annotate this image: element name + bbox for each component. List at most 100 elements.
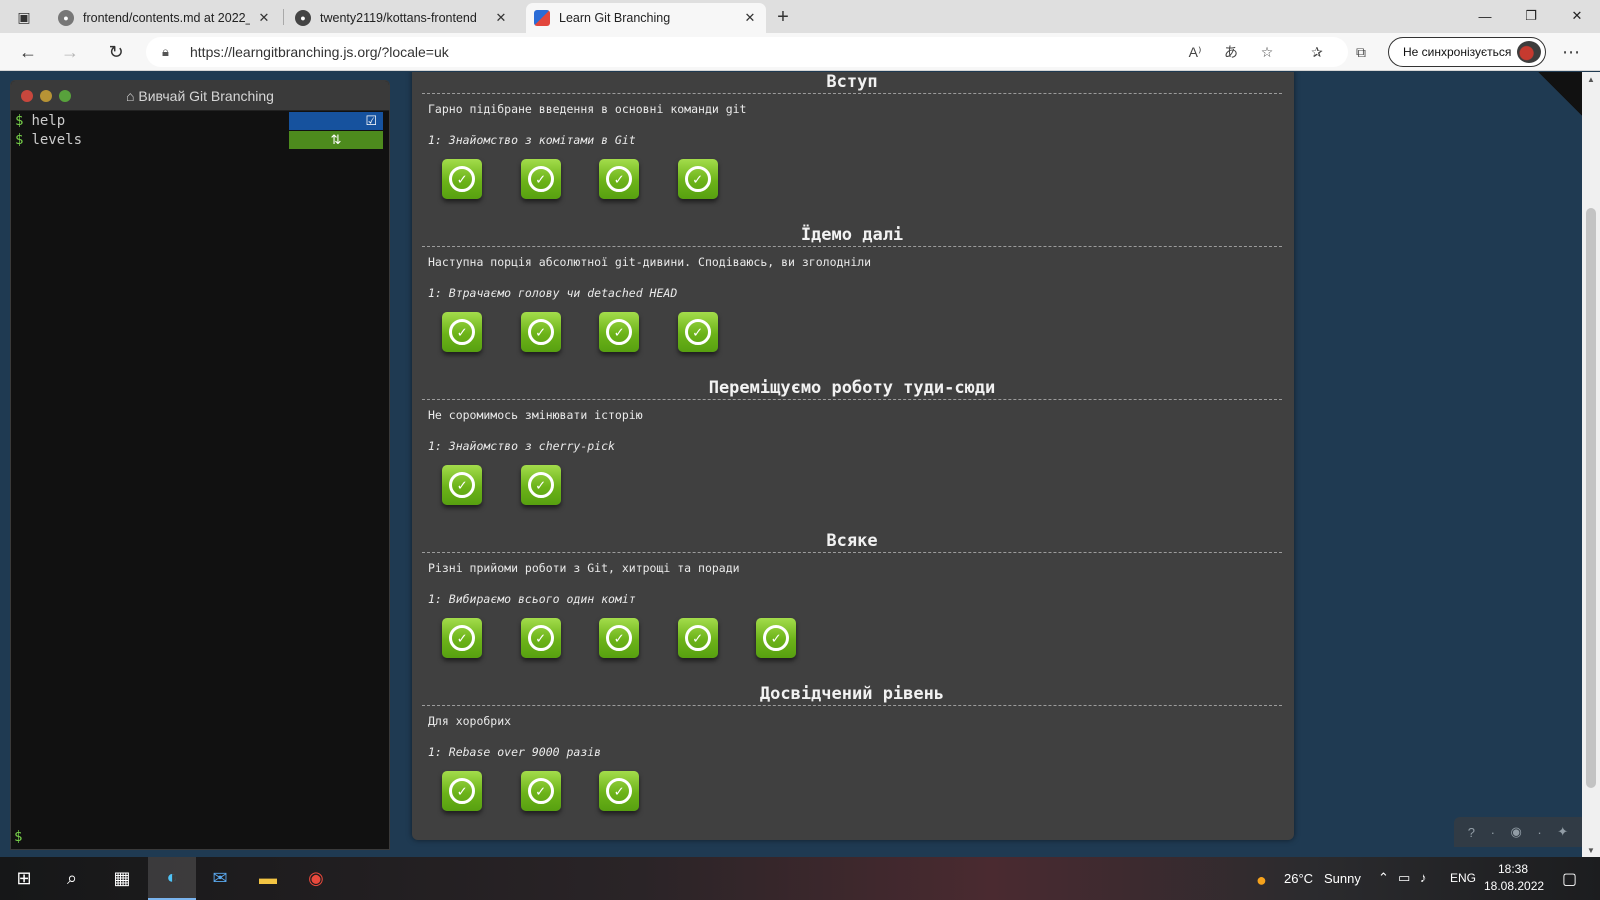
windows-taskbar: ⊞ ⌕ ▦ ◐ ✉ ▬ ◉ ● 26°C Sunny ⌃ ▭ ♪ ENG 18:… [0, 857, 1600, 900]
chevron-up-icon[interactable]: ⌃ [1378, 870, 1389, 886]
checkmark-icon: ✓ [684, 166, 711, 192]
notifications-icon[interactable]: ▢ [1562, 869, 1577, 889]
url-text[interactable]: https://learngitbranching.js.org/?locale… [190, 44, 449, 60]
section-description: Гарно підібране введення в основні коман… [428, 102, 747, 116]
language-indicator[interactable]: ENG [1450, 871, 1476, 885]
checkmark-icon: ✓ [684, 625, 711, 651]
tab-actions-icon[interactable]: ▣ [11, 4, 37, 30]
translate-icon[interactable]: あ [1220, 41, 1242, 63]
checkmark-icon: ✓ [527, 166, 554, 192]
restore-icon[interactable]: ❐ [1508, 0, 1554, 32]
level-completed-button[interactable]: ✓ [520, 618, 561, 658]
close-icon[interactable]: ✕ [256, 10, 272, 26]
level-completed-button[interactable]: ✓ [520, 159, 561, 199]
search-icon[interactable]: ⌕ [48, 857, 96, 900]
level-section: Вступ Гарно підібране введення в основні … [422, 72, 1282, 219]
favorites-icon[interactable]: ✰ [1306, 41, 1328, 63]
checkmark-icon: ✓ [606, 625, 632, 651]
window-close-dot[interactable] [21, 90, 33, 102]
level-section: Переміщуємо роботу туди-сюди Не соромимос… [422, 376, 1282, 525]
level-buttons-row: ✓ ✓ [422, 465, 1282, 525]
globe-icon[interactable]: ◉ [1510, 824, 1521, 840]
read-aloud-icon[interactable]: A⁾ [1184, 41, 1206, 63]
twitter-icon[interactable]: ✦ [1557, 824, 1568, 840]
level-completed-button[interactable]: ✓ [520, 312, 561, 352]
windows-start-icon[interactable]: ⊞ [0, 857, 48, 900]
terminal-history-line: $ levels [15, 132, 82, 148]
chrome-icon[interactable]: ◉ [292, 857, 340, 900]
weather-temperature[interactable]: 26°C [1284, 871, 1313, 886]
level-completed-button[interactable]: ✓ [520, 771, 561, 811]
back-icon[interactable]: ← [14, 38, 42, 66]
checkmark-icon: ✓ [606, 166, 632, 192]
close-icon[interactable]: ✕ [742, 10, 758, 26]
browser-tab-1[interactable]: ● frontend/contents.md at 2022_U ✕ [50, 3, 280, 33]
level-completed-button[interactable]: ✓ [599, 618, 639, 658]
mail-icon[interactable]: ✉ [196, 857, 244, 900]
level-completed-button[interactable]: ✓ [756, 618, 796, 658]
window-maximize-dot[interactable] [59, 90, 71, 102]
browser-tab-2[interactable]: ● twenty2119/kottans-frontend ✕ [287, 3, 517, 33]
checkmark-icon: ✓ [449, 778, 475, 804]
file-explorer-icon[interactable]: ▬ [244, 857, 292, 900]
scroll-up-icon[interactable]: ▲ [1582, 72, 1600, 86]
learn-git-branching-icon [534, 10, 550, 26]
github-corner[interactable] [1538, 72, 1582, 116]
section-level-name: 1: Знайомство з cherry-pick [428, 439, 615, 453]
section-level-name: 1: Втрачаємо голову чи detached HEAD [428, 286, 678, 300]
level-completed-button[interactable]: ✓ [677, 159, 718, 199]
page-scrollbar[interactable]: ▲ ▼ [1582, 72, 1600, 857]
level-completed-button[interactable]: ✓ [442, 159, 482, 199]
edge-icon[interactable]: ◐ [148, 857, 196, 900]
sync-status-label: Не синхронізується [1403, 45, 1512, 59]
level-completed-button[interactable]: ✓ [442, 312, 482, 352]
clock-date[interactable]: 18.08.2022 [1484, 879, 1544, 893]
lock-icon[interactable]: 🔒︎ [162, 44, 182, 60]
address-bar[interactable]: 🔒︎ https://learngitbranching.js.org/?loc… [146, 37, 1348, 67]
section-level-name: 1: Rebase over 9000 разів [428, 745, 602, 759]
volume-icon[interactable]: ♪ [1420, 870, 1427, 885]
level-completed-button[interactable]: ✓ [677, 312, 718, 352]
profile-sync-button[interactable]: Не синхронізується [1388, 37, 1546, 67]
terminal-title-text: Вивчай Git Branching [138, 87, 274, 104]
store-icon[interactable]: ▦ [98, 857, 146, 900]
checkmark-icon: ✓ [527, 472, 554, 498]
forward-icon[interactable]: → [56, 38, 84, 66]
sun-icon: ● [1256, 870, 1267, 890]
browser-tab-bar: ▣ ● frontend/contents.md at 2022_U ✕ ● t… [0, 0, 1600, 33]
refresh-icon[interactable]: ↻ [102, 38, 130, 66]
add-favorite-icon[interactable]: ☆ [1256, 41, 1278, 63]
level-buttons-row: ✓ ✓ ✓ [422, 771, 1282, 831]
clock-time[interactable]: 18:38 [1498, 862, 1528, 876]
level-completed-button[interactable]: ✓ [599, 771, 639, 811]
level-completed-button[interactable]: ✓ [442, 465, 482, 505]
level-completed-button[interactable]: ✓ [599, 312, 639, 352]
collections-icon[interactable]: ⧉ [1350, 41, 1372, 63]
level-completed-button[interactable]: ✓ [599, 159, 639, 199]
terminal-window[interactable]: ⌂ Вивчай Git Branching $ help ☑ $ levels ⇅… [10, 80, 390, 850]
window-close-icon[interactable]: ✕ [1554, 0, 1600, 32]
checkmark-icon: ✓ [527, 319, 554, 345]
level-completed-button[interactable]: ✓ [442, 771, 482, 811]
section-description: Різні прийоми роботи з Git, хитрощі та п… [428, 561, 740, 575]
new-tab-icon[interactable]: + [770, 4, 796, 30]
level-completed-button[interactable]: ✓ [442, 618, 482, 658]
level-completed-button[interactable]: ✓ [520, 465, 561, 505]
scroll-down-icon[interactable]: ▼ [1582, 843, 1600, 857]
level-section: Всяке Різні прийоми роботи з Git, хитрощі… [422, 529, 1282, 678]
checkmark-icon: ✓ [527, 625, 554, 651]
network-icon[interactable]: ▭ [1398, 870, 1410, 886]
close-icon[interactable]: ✕ [493, 10, 509, 26]
help-icon[interactable]: ? [1468, 825, 1475, 840]
window-minimize-dot[interactable] [40, 90, 52, 102]
tab-title: Learn Git Branching [559, 11, 671, 25]
section-title: Досвідчений рівень [422, 682, 1282, 706]
terminal-input-prompt[interactable]: $ [14, 829, 22, 845]
minimize-icon[interactable]: — [1462, 0, 1508, 32]
scroll-thumb[interactable] [1586, 208, 1596, 788]
more-options-icon[interactable]: ⋯ [1560, 41, 1582, 63]
refresh-icon: ⇅ [330, 132, 342, 147]
browser-tab-3-active[interactable]: Learn Git Branching ✕ [526, 3, 766, 33]
weather-condition[interactable]: Sunny [1324, 871, 1361, 886]
level-completed-button[interactable]: ✓ [677, 618, 718, 658]
